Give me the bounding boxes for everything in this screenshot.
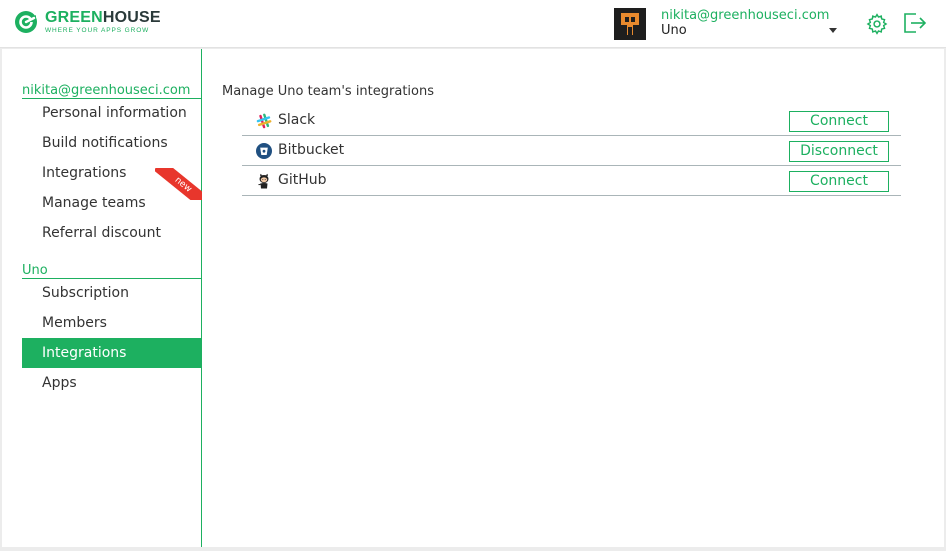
sidebar-item-build-notifications[interactable]: Build notifications (22, 128, 201, 158)
user-email[interactable]: nikita@greenhouseci.com (661, 8, 829, 23)
avatar[interactable] (614, 8, 646, 40)
sidebar-item-members[interactable]: Members (22, 308, 201, 338)
sidebar-item-subscription[interactable]: Subscription (22, 278, 201, 308)
sidebar-item-team-integrations[interactable]: Integrations (22, 338, 201, 368)
brand-tagline: WHERE YOUR APPS GROW (45, 27, 150, 34)
brand-name: GREENHOUSE (45, 9, 161, 26)
github-icon (258, 173, 269, 189)
slack-connect-button[interactable]: Connect (789, 111, 889, 132)
integration-row-github: GitHub Connect (242, 166, 901, 196)
sidebar-group-account: nikita@greenhouseci.com (22, 84, 201, 99)
integration-name: Bitbucket (278, 142, 345, 158)
current-team[interactable]: Uno (661, 23, 687, 38)
sidebar-item-apps[interactable]: Apps (22, 368, 201, 398)
top-bar: GREENHOUSE WHERE YOUR APPS GROW nikita@g… (0, 0, 946, 48)
sidebar-group-team: Uno (22, 264, 201, 279)
new-badge-label: new (155, 168, 202, 200)
logout-icon[interactable] (903, 12, 927, 34)
bitbucket-icon (256, 143, 272, 159)
chevron-down-icon[interactable] (829, 28, 837, 33)
gear-icon[interactable] (866, 13, 888, 35)
sidebar-item-personal-information[interactable]: Personal information (22, 98, 201, 128)
new-badge: new (155, 168, 202, 200)
integration-name: Slack (278, 112, 316, 128)
sidebar-item-referral-discount[interactable]: Referral discount (22, 218, 201, 248)
logo-mark-icon (15, 11, 37, 34)
page-title: Manage Uno team's integrations (222, 84, 434, 99)
slack-icon (256, 113, 272, 129)
integration-row-bitbucket: Bitbucket Disconnect (242, 136, 901, 166)
bitbucket-disconnect-button[interactable]: Disconnect (789, 141, 889, 162)
github-connect-button[interactable]: Connect (789, 171, 889, 192)
integration-name: GitHub (278, 172, 327, 188)
greenhouse-logo[interactable]: GREENHOUSE WHERE YOUR APPS GROW (14, 10, 161, 35)
integration-row-slack: Slack Connect (242, 106, 901, 136)
